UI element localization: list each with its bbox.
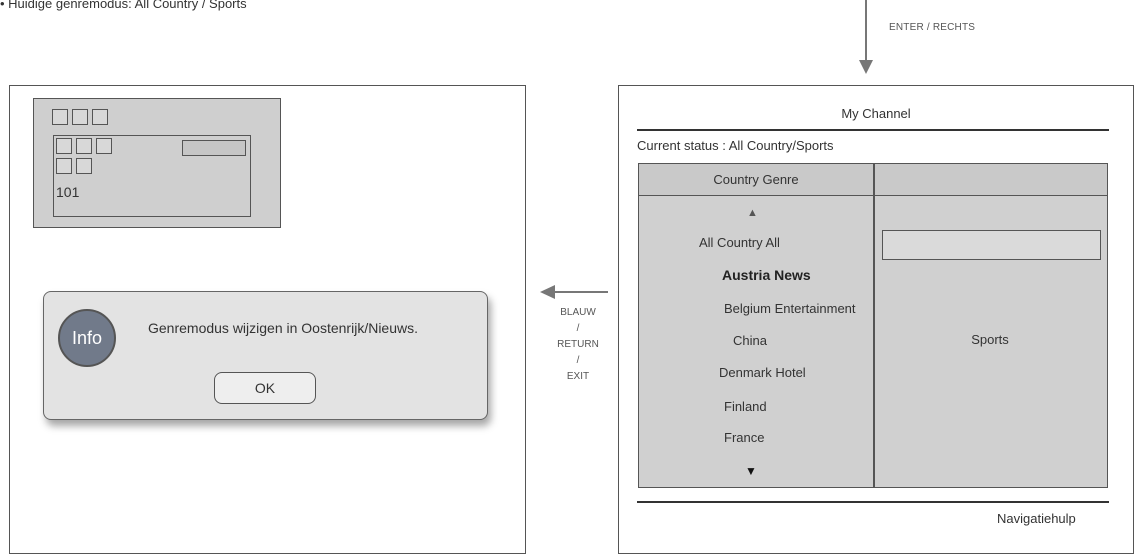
banner-square-icon [56, 158, 72, 174]
channel-number: 101 [56, 184, 80, 200]
footer-divider [637, 501, 1109, 503]
banner-square-icon [76, 138, 92, 154]
country-list-item[interactable]: Belgium Entertainment [724, 301, 856, 316]
channel-info-banner: 101 [33, 98, 281, 228]
genre-highlight-box[interactable] [882, 230, 1101, 260]
column-divider [873, 164, 875, 487]
genre-value: Sports [971, 332, 1009, 347]
genre-panel: Country Genre ▲ All Country All Austria … [638, 163, 1108, 488]
back-arrow-head-icon [540, 285, 555, 299]
banner-square-icon [92, 109, 108, 125]
info-icon: Info [58, 309, 116, 367]
back-key-separator: / [576, 355, 580, 366]
country-list-item[interactable]: Denmark Hotel [719, 365, 806, 380]
back-key-label: RETURN [557, 339, 599, 350]
country-list-item-selected[interactable]: Austria News [722, 267, 811, 283]
info-dialog: Info Genremodus wijzigen in Oostenrijk/N… [43, 291, 488, 420]
back-key-label: BLAUW [560, 307, 596, 318]
current-status: Current status : All Country/Sports [637, 138, 834, 153]
country-list-item[interactable]: All Country All [699, 235, 780, 250]
country-genre-header: Country Genre [713, 172, 799, 187]
title-divider [637, 129, 1109, 131]
banner-inner-box: 101 [53, 135, 251, 217]
enter-label: ENTER / RECHTS [889, 22, 976, 33]
banner-progress-bar [182, 140, 246, 156]
banner-square-icon [52, 109, 68, 125]
ok-button[interactable]: OK [214, 372, 316, 404]
enter-arrow-head-icon [859, 60, 873, 74]
banner-square-icon [76, 158, 92, 174]
current-genre-caption: • Huidige genremodus: All Country / Spor… [0, 0, 247, 11]
my-channel-title: My Channel [841, 106, 911, 121]
back-keys-label: BLAUW / RETURN / EXIT [548, 305, 608, 385]
banner-square-icon [72, 109, 88, 125]
banner-square-icon [56, 138, 72, 154]
back-arrow-shaft [554, 291, 608, 293]
back-key-label: EXIT [566, 371, 590, 382]
navigation-help: Navigatiehulp [997, 511, 1076, 526]
scroll-down-icon[interactable]: ▼ [745, 464, 757, 478]
banner-square-icon [96, 138, 112, 154]
country-list-item[interactable]: China [733, 333, 767, 348]
country-list-item[interactable]: Finland [724, 399, 767, 414]
back-key-separator: / [576, 323, 580, 334]
scroll-up-icon[interactable]: ▲ [747, 207, 758, 219]
country-list-item[interactable]: France [724, 430, 764, 445]
dialog-message: Genremodus wijzigen in Oostenrijk/Nieuws… [148, 320, 418, 336]
enter-arrow-shaft [865, 0, 867, 62]
